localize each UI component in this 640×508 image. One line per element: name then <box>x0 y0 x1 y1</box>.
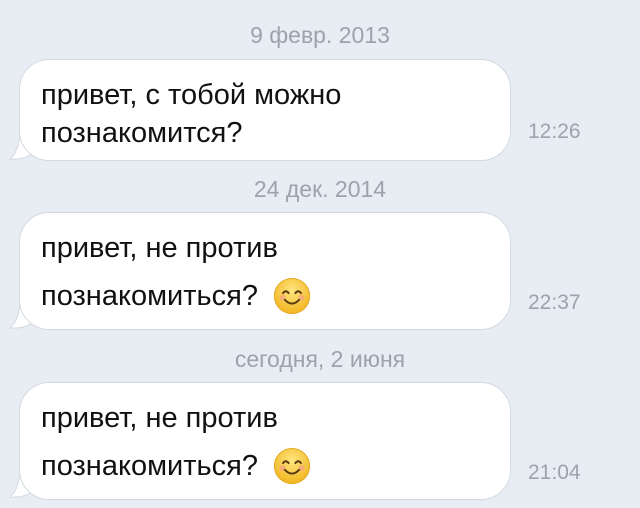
message-bubble[interactable]: привет, не против познакомиться? <box>19 212 511 330</box>
smiling-face-icon <box>273 447 311 485</box>
message-text-line: привет, с тобой можно <box>41 79 342 111</box>
message-text-line: познакомится? <box>41 117 243 149</box>
message-time: 12:26 <box>528 120 581 143</box>
message-bubble[interactable]: привет, с тобой можно познакомится? <box>19 59 511 161</box>
message-text-line: привет, не против <box>41 232 278 264</box>
date-separator: 9 февр. 2013 <box>250 22 390 48</box>
chat-history: 9 февр. 2013 привет, с тобой можно позна… <box>0 0 640 508</box>
message-text-line: познакомиться? <box>41 449 258 482</box>
date-separator: 24 дек. 2014 <box>253 176 387 202</box>
message-time: 21:04 <box>528 461 581 484</box>
message-text-line: привет, не против <box>41 402 278 434</box>
message-bubble[interactable]: привет, не против познакомиться? <box>19 382 511 500</box>
message-text-line: познакомиться? <box>41 279 258 312</box>
message-time: 22:37 <box>528 291 581 314</box>
date-separator: сегодня, 2 июня <box>234 346 406 372</box>
smiling-face-icon <box>273 277 311 315</box>
